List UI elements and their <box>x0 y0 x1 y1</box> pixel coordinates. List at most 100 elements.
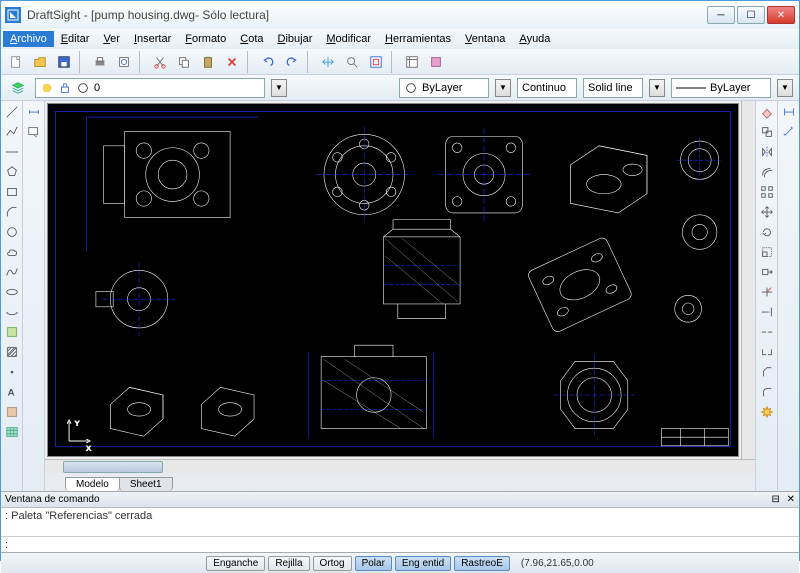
undo-button[interactable] <box>257 51 279 73</box>
status-rejilla[interactable]: Rejilla <box>268 556 309 571</box>
cmd-close-icon[interactable]: ✕ <box>787 494 795 505</box>
properties-button[interactable] <box>401 51 423 73</box>
dim-linear-tool[interactable] <box>780 103 798 121</box>
paste-button[interactable] <box>197 51 219 73</box>
command-window-title: Ventana de comando <box>5 494 100 505</box>
copy-tool[interactable] <box>758 123 776 141</box>
redo-button[interactable] <box>281 51 303 73</box>
vertical-scrollbar[interactable] <box>741 101 755 459</box>
print-button[interactable] <box>89 51 111 73</box>
layer-selector[interactable]: 0 <box>35 78 265 98</box>
menu-editar[interactable]: Editar <box>54 31 97 47</box>
tab-sheet1[interactable]: Sheet1 <box>119 477 173 491</box>
title-bar: DraftSight - [pump housing.dwg- Sólo lec… <box>1 1 799 29</box>
rotate-tool[interactable] <box>758 223 776 241</box>
mirror-tool[interactable] <box>758 143 776 161</box>
break-tool[interactable] <box>758 323 776 341</box>
line-tool[interactable] <box>3 103 21 121</box>
stretch-tool[interactable] <box>758 263 776 281</box>
spline-tool[interactable] <box>3 263 21 281</box>
polyline-tool[interactable] <box>3 123 21 141</box>
standard-toolbar <box>1 49 799 75</box>
cmd-autohide-icon[interactable]: ⊟ <box>771 494 779 505</box>
region-tool[interactable] <box>3 403 21 421</box>
trim-tool[interactable] <box>758 283 776 301</box>
new-file-button[interactable] <box>5 51 27 73</box>
print-preview-button[interactable] <box>113 51 135 73</box>
point-tool[interactable] <box>3 363 21 381</box>
command-input[interactable]: : <box>1 536 799 552</box>
insert-block-tool[interactable] <box>3 323 21 341</box>
move-tool[interactable] <box>758 203 776 221</box>
open-file-button[interactable] <box>29 51 51 73</box>
arc-tool[interactable] <box>3 203 21 221</box>
tab-modelo[interactable]: Modelo <box>65 477 120 491</box>
note-tool[interactable] <box>25 123 43 141</box>
menu-dibujar[interactable]: Dibujar <box>271 31 320 47</box>
polygon-tool[interactable] <box>3 163 21 181</box>
menu-cota[interactable]: Cota <box>233 31 270 47</box>
coordinates-display: (7.96,21.65,0.00 <box>521 558 594 569</box>
rectangle-tool[interactable] <box>3 183 21 201</box>
dim-align-tool[interactable] <box>780 123 798 141</box>
delete-button[interactable] <box>221 51 243 73</box>
linestyle-dropdown-button[interactable]: ▼ <box>777 79 793 97</box>
zoom-extents-button[interactable] <box>365 51 387 73</box>
chamfer-tool[interactable] <box>758 363 776 381</box>
maximize-button[interactable]: ☐ <box>737 6 765 24</box>
horizontal-scrollbar[interactable] <box>45 459 755 473</box>
menu-herramientas[interactable]: Herramientas <box>378 31 458 47</box>
menu-ver[interactable]: Ver <box>96 31 127 47</box>
scale-tool[interactable] <box>758 243 776 261</box>
menu-archivo[interactable]: Archivo <box>3 31 54 47</box>
linestyle-selector[interactable]: ByLayer <box>671 78 771 98</box>
canvas-area: Y X Modelo Sheet1 <box>45 101 755 491</box>
revcloud-tool[interactable] <box>3 243 21 261</box>
extend-tool[interactable] <box>758 303 776 321</box>
erase-tool[interactable] <box>758 103 776 121</box>
status-rastreoe[interactable]: RastreoE <box>454 556 510 571</box>
layer-manager-button[interactable] <box>7 77 29 99</box>
offset-tool[interactable] <box>758 163 776 181</box>
cut-button[interactable] <box>149 51 171 73</box>
status-eng-entid[interactable]: Eng entid <box>395 556 451 571</box>
references-button[interactable] <box>425 51 447 73</box>
color-selector[interactable]: ByLayer <box>399 78 489 98</box>
minimize-button[interactable]: ─ <box>707 6 735 24</box>
fillet-tool[interactable] <box>758 383 776 401</box>
ellipse-arc-tool[interactable] <box>3 303 21 321</box>
menu-ayuda[interactable]: Ayuda <box>512 31 557 47</box>
hatch-tool[interactable] <box>3 343 21 361</box>
table-tool[interactable] <box>3 423 21 441</box>
join-tool[interactable] <box>758 343 776 361</box>
text-tool[interactable]: A <box>3 383 21 401</box>
lineweight-dropdown-button[interactable]: ▼ <box>649 79 665 97</box>
lineweight-selector[interactable]: Solid line <box>583 78 643 98</box>
menu-insertar[interactable]: Insertar <box>127 31 178 47</box>
menu-ventana[interactable]: Ventana <box>458 31 512 47</box>
pan-button[interactable] <box>317 51 339 73</box>
explode-tool[interactable] <box>758 403 776 421</box>
color-dropdown-button[interactable]: ▼ <box>495 79 511 97</box>
layer-name: 0 <box>94 82 100 94</box>
status-bar: Enganche Rejilla Ortog Polar Eng entid R… <box>1 552 799 573</box>
close-button[interactable]: ✕ <box>767 6 795 24</box>
copy-button[interactable] <box>173 51 195 73</box>
xline-tool[interactable] <box>3 143 21 161</box>
status-polar[interactable]: Polar <box>355 556 392 571</box>
layer-dropdown-button[interactable]: ▼ <box>271 79 287 97</box>
save-button[interactable] <box>53 51 75 73</box>
modify-toolbar-right2 <box>777 101 799 491</box>
linetype-selector[interactable]: Continuo <box>517 78 577 98</box>
array-tool[interactable] <box>758 183 776 201</box>
smart-dim-tool[interactable] <box>25 103 43 121</box>
ellipse-tool[interactable] <box>3 283 21 301</box>
circle-tool[interactable] <box>3 223 21 241</box>
draw-toolbar-left: A <box>1 101 23 491</box>
drawing-canvas[interactable]: Y X <box>47 103 739 457</box>
zoom-window-button[interactable] <box>341 51 363 73</box>
status-ortog[interactable]: Ortog <box>313 556 352 571</box>
status-enganche[interactable]: Enganche <box>206 556 265 571</box>
menu-formato[interactable]: Formato <box>178 31 233 47</box>
menu-modificar[interactable]: Modificar <box>319 31 378 47</box>
